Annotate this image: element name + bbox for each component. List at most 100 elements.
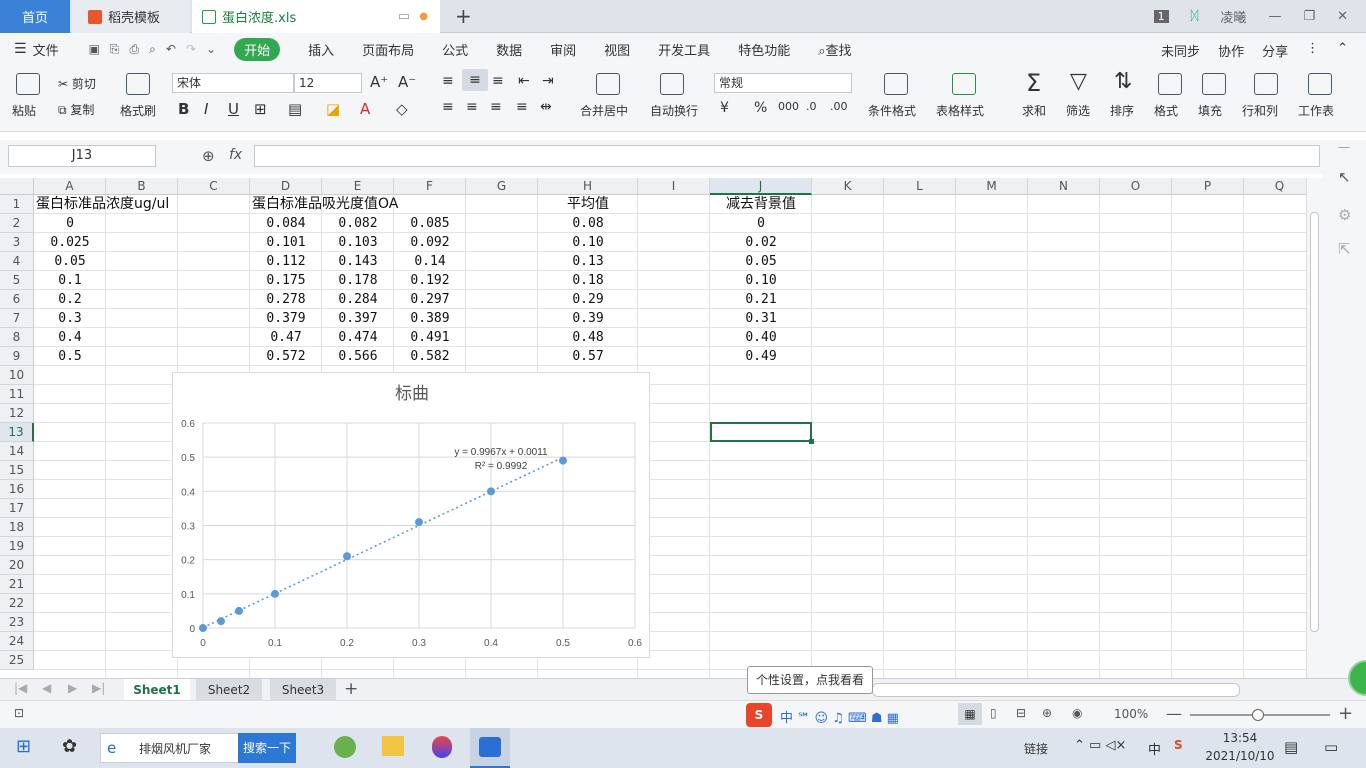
column-header[interactable]: D (250, 178, 322, 195)
clock-time[interactable]: 13:54 (1210, 731, 1270, 745)
cell[interactable]: 0.14 (394, 252, 466, 271)
normal-view-icon[interactable]: ▦ (958, 703, 982, 725)
cell[interactable]: 0.10 (710, 271, 812, 290)
indent-icon[interactable]: ⇥ (542, 73, 554, 89)
row-header[interactable]: 25 (0, 651, 34, 670)
cond-format-button[interactable]: 条件格式 (868, 102, 916, 119)
menu-developer[interactable]: 开发工具 (658, 40, 710, 59)
export-icon[interactable]: ⎘ (110, 42, 120, 57)
row-header[interactable]: 1 (0, 195, 34, 214)
eye-protection-icon[interactable]: ◉ (1072, 706, 1082, 720)
font-color-icon[interactable]: A (360, 100, 370, 118)
copy-button[interactable]: ⧉ 复制 (58, 101, 94, 118)
worksheet-button[interactable]: 工作表 (1298, 102, 1334, 119)
column-header[interactable]: F (394, 178, 466, 195)
zoom-in-icon[interactable]: + (1338, 703, 1353, 724)
table-style-button[interactable]: 表格样式 (936, 102, 984, 119)
grow-font-icon[interactable]: A⁺ (370, 73, 388, 91)
align-middle-icon[interactable]: ≡ (462, 69, 488, 91)
prev-sheet-icon[interactable]: ◀ (42, 681, 51, 695)
cell[interactable]: 0 (34, 214, 106, 233)
sort-icon[interactable]: ⇅ (1114, 69, 1132, 94)
clear-icon[interactable]: ◇ (396, 100, 408, 118)
share-button[interactable]: 分享 (1262, 41, 1288, 60)
cell[interactable]: 减去背景值 (710, 195, 812, 214)
windows-start-icon[interactable]: ⊞ (16, 736, 31, 757)
cortana-icon[interactable]: ✿ (62, 736, 77, 757)
filter-icon[interactable]: ▽ (1070, 69, 1087, 94)
save-icon[interactable]: ▣ (89, 42, 100, 56)
cell[interactable]: 0.21 (710, 290, 812, 309)
formula-input[interactable] (254, 145, 1320, 167)
cell[interactable]: 0.278 (250, 290, 322, 309)
wps-taskbar-button[interactable] (470, 728, 510, 768)
row-header[interactable]: 17 (0, 499, 34, 518)
row-header[interactable]: 19 (0, 537, 34, 556)
align-top-icon[interactable]: ≡ (442, 73, 454, 89)
zoom-level[interactable]: 100% (1114, 707, 1148, 721)
row-header[interactable]: 15 (0, 461, 34, 480)
row-header[interactable]: 4 (0, 252, 34, 271)
wrap-icon[interactable] (660, 73, 684, 95)
percent-icon[interactable]: % (754, 100, 767, 116)
tab-template[interactable]: 稻壳模板 (72, 0, 190, 33)
cell[interactable]: 0.284 (322, 290, 394, 309)
fill-icon[interactable] (1202, 73, 1226, 95)
cell[interactable]: 0.10 (538, 233, 638, 252)
menu-file[interactable]: 文件 (33, 40, 59, 59)
menu-review[interactable]: 审阅 (550, 40, 576, 59)
screen-icon[interactable]: ▭ (398, 9, 410, 24)
italic-icon[interactable]: I (204, 100, 208, 118)
row-header[interactable]: 10 (0, 366, 34, 385)
macro-icon[interactable]: ⊡ (14, 706, 24, 720)
sum-button[interactable]: 求和 (1022, 102, 1046, 119)
cell[interactable]: 0.297 (394, 290, 466, 309)
align-left-icon[interactable]: ≡ (442, 99, 454, 115)
cell[interactable]: 0.397 (322, 309, 394, 328)
sogou-tray-icon[interactable]: S (1174, 738, 1183, 752)
share-pane-icon[interactable]: ⇱ (1338, 240, 1351, 258)
menu-view[interactable]: 视图 (604, 40, 630, 59)
cell[interactable]: 0.474 (322, 328, 394, 347)
thousands-icon[interactable]: 000 (778, 100, 799, 113)
row-header[interactable]: 7 (0, 309, 34, 328)
currency-icon[interactable]: ¥ (720, 100, 729, 116)
cell[interactable]: 0.084 (250, 214, 322, 233)
column-header[interactable]: P (1172, 178, 1244, 195)
cell[interactable]: 0.39 (538, 309, 638, 328)
cell[interactable]: 0.175 (250, 271, 322, 290)
cell[interactable]: 0.08 (538, 214, 638, 233)
font-size-select[interactable]: 12 (294, 73, 362, 93)
menu-home[interactable]: 开始 (234, 37, 281, 61)
name-box[interactable]: J13 (8, 145, 156, 167)
column-header[interactable]: I (638, 178, 710, 195)
column-header[interactable]: G (466, 178, 538, 195)
column-header[interactable]: N (1028, 178, 1100, 195)
column-header[interactable]: L (884, 178, 956, 195)
row-header[interactable]: 12 (0, 404, 34, 423)
row-header[interactable]: 21 (0, 575, 34, 594)
cell[interactable]: 0.101 (250, 233, 322, 252)
ime-indicator[interactable]: 中 (1148, 739, 1161, 758)
cell[interactable]: 0.572 (250, 347, 322, 366)
zoom-slider-thumb[interactable] (1252, 709, 1264, 721)
more-icon[interactable]: ⋮ (1306, 41, 1319, 60)
cell[interactable]: 0.379 (250, 309, 322, 328)
hamburger-icon[interactable]: ☰ (14, 41, 27, 57)
cell[interactable]: 蛋白标准品浓度ug/ul (34, 195, 254, 214)
outdent-icon[interactable]: ⇤ (518, 73, 530, 89)
number-format-select[interactable]: 常规 (714, 73, 852, 93)
page-view-icon[interactable]: ▯ (990, 706, 997, 720)
row-header[interactable]: 2 (0, 214, 34, 233)
app-360-icon[interactable] (334, 736, 356, 758)
restore-icon[interactable]: ❐ (1303, 9, 1315, 24)
cell[interactable]: 0.192 (394, 271, 466, 290)
cell[interactable]: 0.31 (710, 309, 812, 328)
cell[interactable]: 0.48 (538, 328, 638, 347)
collab-button[interactable]: 协作 (1218, 41, 1244, 60)
row-header[interactable]: 9 (0, 347, 34, 366)
row-header[interactable]: 6 (0, 290, 34, 309)
column-header[interactable]: H (538, 178, 638, 195)
fill-button[interactable]: 填充 (1198, 102, 1222, 119)
cell[interactable]: 0.02 (710, 233, 812, 252)
